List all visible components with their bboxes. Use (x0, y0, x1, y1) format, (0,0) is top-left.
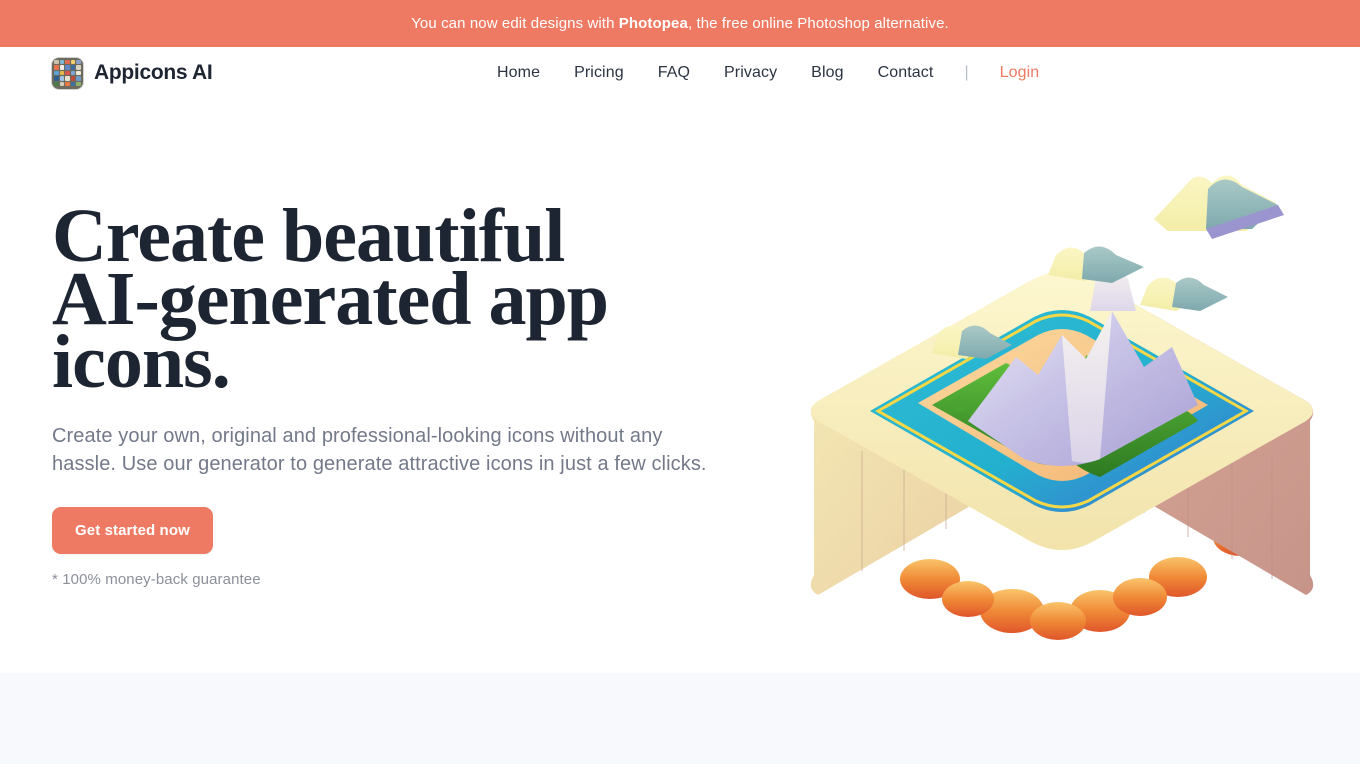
cloud-icon-floating (1154, 175, 1284, 239)
nav-item-home[interactable]: Home (480, 64, 557, 82)
site-header: Appicons AI Home Pricing FAQ Privacy Blo… (0, 47, 1360, 99)
brand-name: Appicons AI (94, 61, 213, 84)
money-back-guarantee-note: * 100% money-back guarantee (52, 571, 261, 588)
nav-item-privacy[interactable]: Privacy (707, 64, 794, 82)
hero-section: Create beautiful AI-generated app icons.… (0, 99, 1360, 673)
hero-title-line-3: icons. (52, 320, 231, 404)
nav-item-faq[interactable]: FAQ (641, 64, 707, 82)
cloud-icon-right (1140, 277, 1228, 311)
brand-logo-link[interactable]: Appicons AI (52, 57, 213, 89)
volcano-island-illustration (800, 159, 1320, 679)
promo-brand-link[interactable]: Photopea (619, 15, 688, 32)
hero-copy: Create beautiful AI-generated app icons.… (52, 198, 712, 588)
page-title: Create beautiful AI-generated app icons. (52, 198, 712, 400)
promo-banner[interactable]: You can now edit designs with Photopea, … (0, 0, 1360, 47)
nav-item-blog[interactable]: Blog (794, 64, 860, 82)
promo-suffix: , the free online Photoshop alternative. (687, 15, 949, 32)
nav-item-login[interactable]: Login (983, 64, 1057, 82)
get-started-button[interactable]: Get started now (52, 507, 213, 554)
promo-prefix: You can now edit designs with (411, 15, 619, 32)
nav-item-contact[interactable]: Contact (861, 64, 951, 82)
nav-separator: | (964, 64, 969, 81)
nav-item-pricing[interactable]: Pricing (557, 64, 641, 82)
main-navigation: Home Pricing FAQ Privacy Blog Contact | … (480, 64, 1056, 82)
app-grid-icon (52, 57, 83, 89)
next-section-band (0, 673, 1360, 764)
hero-subtitle: Create your own, original and profession… (52, 425, 707, 475)
